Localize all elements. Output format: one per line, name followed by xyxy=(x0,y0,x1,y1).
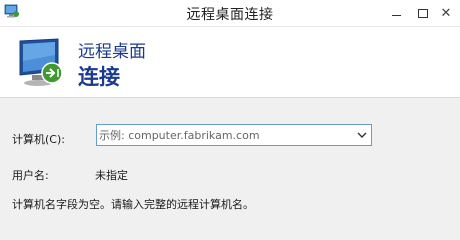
header-banner: 远程桌面 连接 xyxy=(0,27,460,98)
close-button[interactable]: ✕ xyxy=(432,0,460,26)
hint-text: 计算机名字段为空。请输入完整的远程计算机名。 xyxy=(12,198,254,211)
computer-input[interactable] xyxy=(97,125,353,145)
computer-combobox[interactable] xyxy=(96,124,372,146)
maximize-icon xyxy=(418,8,428,18)
dropdown-arrow-icon[interactable] xyxy=(356,129,368,141)
header-title-line1: 远程桌面 xyxy=(78,42,146,62)
remote-desktop-icon xyxy=(19,38,63,86)
title-bar: 远程桌面连接 ✕ xyxy=(0,0,460,27)
computer-label: 计算机(C): xyxy=(12,133,65,146)
header-title-line2: 连接 xyxy=(78,65,120,89)
username-label: 用户名: xyxy=(12,169,49,182)
username-value: 未指定 xyxy=(95,169,128,182)
close-icon: ✕ xyxy=(440,5,452,21)
minimize-button[interactable] xyxy=(382,0,410,26)
minimize-icon xyxy=(391,14,401,16)
